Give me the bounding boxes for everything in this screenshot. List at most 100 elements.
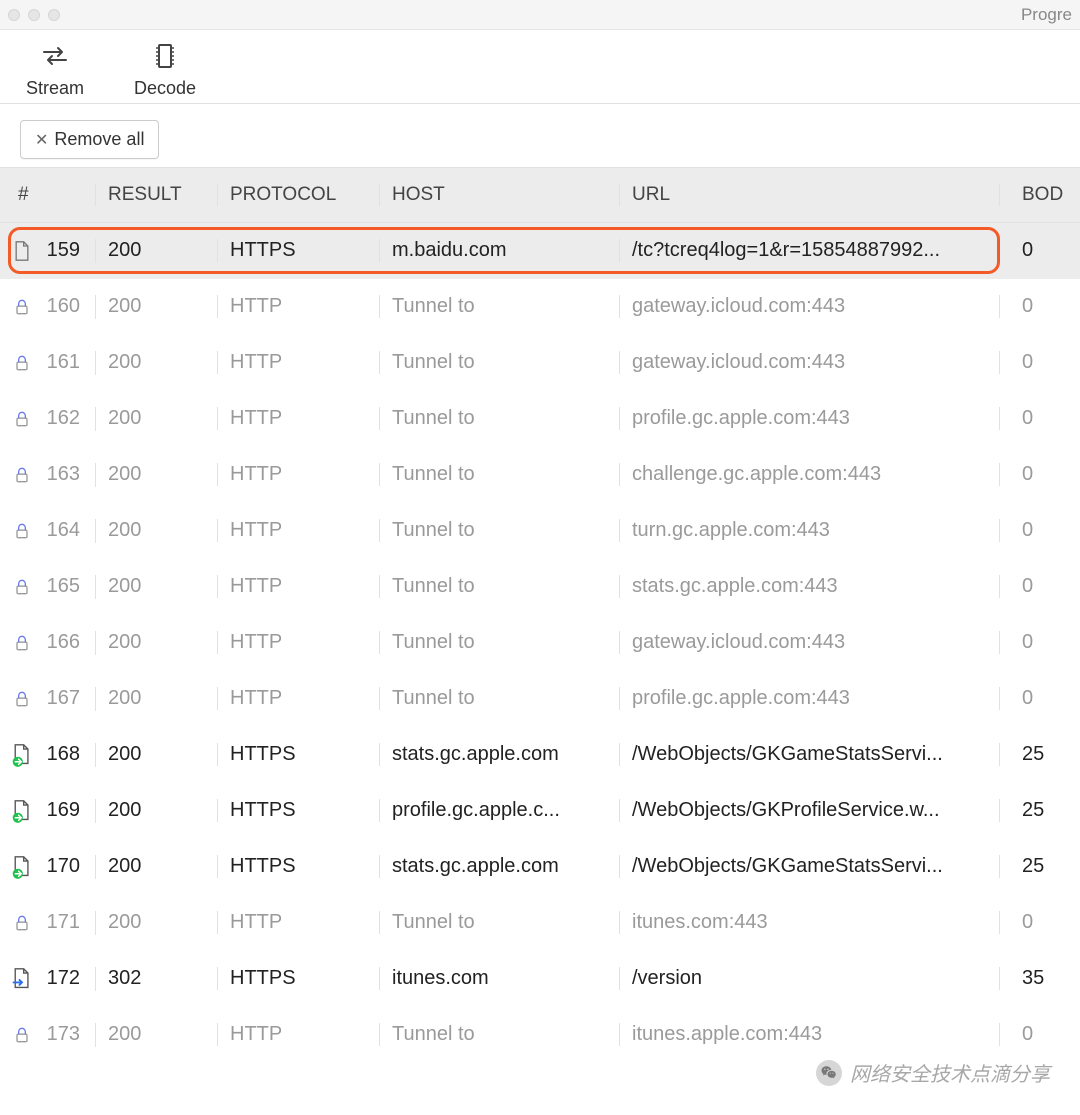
column-header-num[interactable]: # [0, 184, 96, 206]
lock-icon [10, 295, 34, 319]
row-body: 0 [1000, 911, 1080, 934]
lock-icon [10, 631, 34, 655]
row-host: Tunnel to [380, 631, 620, 654]
table-row[interactable]: 160200HTTPTunnel togateway.icloud.com:44… [0, 279, 1080, 335]
row-protocol: HTTP [218, 687, 380, 710]
table-row[interactable]: 169200HTTPSprofile.gc.apple.c.../WebObje… [0, 783, 1080, 839]
row-protocol: HTTP [218, 351, 380, 374]
close-icon: ✕ [35, 130, 48, 150]
row-number: 163 [42, 463, 80, 486]
table-row[interactable]: 167200HTTPTunnel toprofile.gc.apple.com:… [0, 671, 1080, 727]
file-go-icon [10, 855, 34, 879]
row-body: 25 [1000, 855, 1080, 878]
row-result: 200 [96, 1023, 218, 1046]
row-protocol: HTTP [218, 407, 380, 430]
table-row[interactable]: 162200HTTPTunnel toprofile.gc.apple.com:… [0, 391, 1080, 447]
row-protocol: HTTP [218, 1023, 380, 1046]
file-icon [10, 239, 34, 263]
row-body: 35 [1000, 967, 1080, 990]
row-result: 200 [96, 295, 218, 318]
row-protocol: HTTPS [218, 239, 380, 262]
row-host: Tunnel to [380, 351, 620, 374]
zoom-window-icon[interactable] [48, 9, 60, 21]
row-protocol: HTTP [218, 519, 380, 542]
row-number: 171 [42, 911, 80, 934]
file-go-icon [10, 799, 34, 823]
table-header: # RESULT PROTOCOL HOST URL BOD [0, 167, 1080, 223]
row-number: 161 [42, 351, 80, 374]
remove-all-button[interactable]: ✕ Remove all [20, 120, 159, 159]
row-number: 164 [42, 519, 80, 542]
row-url: /version [620, 967, 1000, 990]
row-url: /WebObjects/GKGameStatsServi... [620, 855, 1000, 878]
row-host: Tunnel to [380, 1023, 620, 1046]
table-row[interactable]: 172302HTTPSitunes.com/version35 [0, 951, 1080, 1007]
lock-icon [10, 407, 34, 431]
row-url: gateway.icloud.com:443 [620, 295, 1000, 318]
table-row[interactable]: 159200HTTPSm.baidu.com/tc?tcreq4log=1&r=… [0, 223, 1080, 279]
row-result: 200 [96, 519, 218, 542]
table-row[interactable]: 165200HTTPTunnel tostats.gc.apple.com:44… [0, 559, 1080, 615]
row-url: gateway.icloud.com:443 [620, 351, 1000, 374]
row-host: Tunnel to [380, 407, 620, 430]
table-row[interactable]: 171200HTTPTunnel toitunes.com:4430 [0, 895, 1080, 951]
table-row[interactable]: 161200HTTPTunnel togateway.icloud.com:44… [0, 335, 1080, 391]
column-header-result[interactable]: RESULT [96, 184, 218, 206]
decode-icon [149, 40, 181, 72]
minimize-window-icon[interactable] [28, 9, 40, 21]
decode-button[interactable]: Decode [110, 40, 220, 99]
close-window-icon[interactable] [8, 9, 20, 21]
row-host: Tunnel to [380, 575, 620, 598]
row-number: 167 [42, 687, 80, 710]
row-body: 0 [1000, 1023, 1080, 1046]
row-body: 0 [1000, 239, 1080, 262]
row-url: /tc?tcreq4log=1&r=15854887992... [620, 239, 1000, 262]
row-body: 0 [1000, 351, 1080, 374]
row-host: itunes.com [380, 967, 620, 990]
row-body: 0 [1000, 631, 1080, 654]
row-number: 173 [42, 1023, 80, 1046]
table-body: 159200HTTPSm.baidu.com/tc?tcreq4log=1&r=… [0, 223, 1080, 1063]
row-url: gateway.icloud.com:443 [620, 631, 1000, 654]
sessions-table: # RESULT PROTOCOL HOST URL BOD 159200HTT… [0, 167, 1080, 1063]
row-host: m.baidu.com [380, 239, 620, 262]
titlebar: Progre [0, 0, 1080, 30]
table-row[interactable]: 168200HTTPSstats.gc.apple.com/WebObjects… [0, 727, 1080, 783]
row-result: 302 [96, 967, 218, 990]
row-number: 162 [42, 407, 80, 430]
window-controls [8, 9, 60, 21]
stream-button[interactable]: Stream [0, 40, 110, 99]
lock-icon [10, 1023, 34, 1047]
wechat-icon [816, 1060, 842, 1086]
row-url: itunes.apple.com:443 [620, 1023, 1000, 1046]
row-protocol: HTTPS [218, 967, 380, 990]
column-header-host[interactable]: HOST [380, 184, 620, 206]
row-host: Tunnel to [380, 519, 620, 542]
row-result: 200 [96, 911, 218, 934]
file-go-icon [10, 743, 34, 767]
table-row[interactable]: 173 200HTTPTunnel toitunes.apple.com:4430 [0, 1007, 1080, 1063]
column-header-protocol[interactable]: PROTOCOL [218, 184, 380, 206]
column-header-url[interactable]: URL [620, 184, 1000, 206]
row-body: 0 [1000, 407, 1080, 430]
row-result: 200 [96, 799, 218, 822]
table-row[interactable]: 163200HTTPTunnel tochallenge.gc.apple.co… [0, 447, 1080, 503]
table-row[interactable]: 166200HTTPTunnel togateway.icloud.com:44… [0, 615, 1080, 671]
decode-label: Decode [134, 78, 196, 99]
lock-icon [10, 575, 34, 599]
row-protocol: HTTP [218, 911, 380, 934]
row-result: 200 [96, 463, 218, 486]
table-row[interactable]: 170200HTTPSstats.gc.apple.com/WebObjects… [0, 839, 1080, 895]
table-row[interactable]: 164200HTTPTunnel toturn.gc.apple.com:443… [0, 503, 1080, 559]
actions-bar: ✕ Remove all [0, 104, 1080, 167]
column-header-body[interactable]: BOD [1000, 184, 1080, 206]
stream-icon [39, 40, 71, 72]
row-url: challenge.gc.apple.com:443 [620, 463, 1000, 486]
row-host: stats.gc.apple.com [380, 855, 620, 878]
row-host: Tunnel to [380, 295, 620, 318]
row-number: 168 [42, 743, 80, 766]
row-host: profile.gc.apple.c... [380, 799, 620, 822]
row-host: Tunnel to [380, 463, 620, 486]
row-url: /WebObjects/GKGameStatsServi... [620, 743, 1000, 766]
row-protocol: HTTPS [218, 743, 380, 766]
